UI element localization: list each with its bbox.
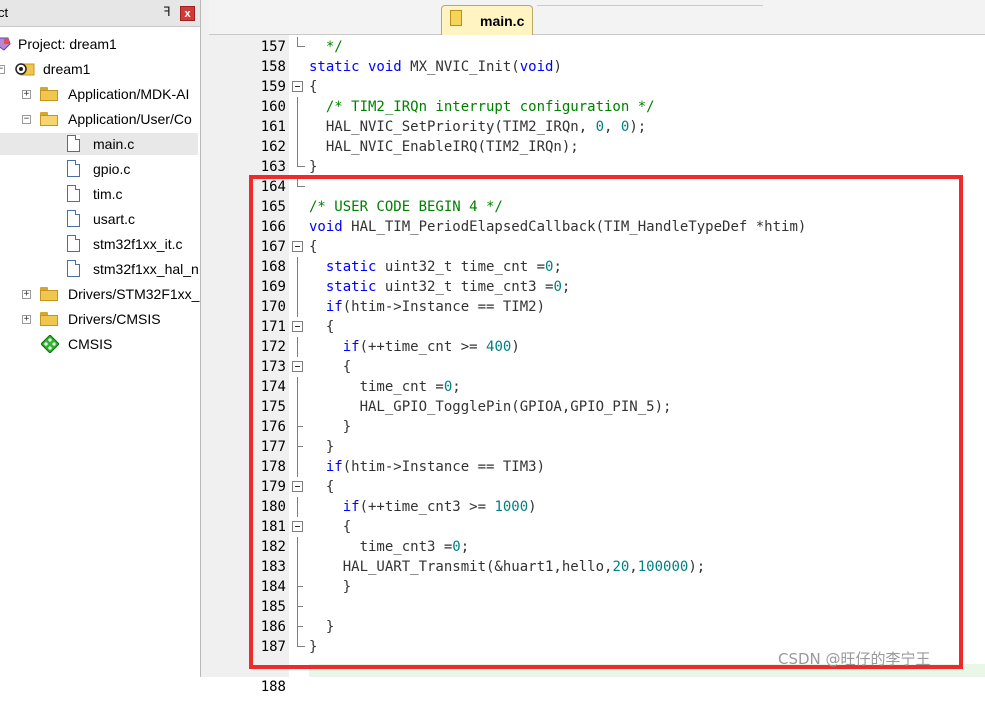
line-number: 158 — [260, 59, 286, 75]
project-panel-title: ct — [0, 5, 9, 20]
code-token: ); — [629, 119, 647, 135]
code-text: { — [309, 77, 317, 97]
folder-icon — [40, 312, 58, 326]
line-number: 162 — [260, 139, 286, 155]
file-icon — [67, 185, 80, 202]
tree-item-label: CMSIS — [68, 336, 113, 352]
code-token: } — [309, 159, 318, 175]
line-number: 188 — [260, 679, 286, 695]
tree-item-label: main.c — [93, 136, 135, 152]
tree-item-label: Project: dream1 — [18, 36, 117, 52]
code-token: { — [309, 79, 318, 95]
file-icon — [67, 260, 80, 277]
code-text: /* TIM2_IRQn interrupt configuration */ — [309, 97, 655, 117]
cmsis-diamond-icon — [40, 334, 60, 354]
code-token: static void — [309, 59, 402, 75]
tree-item-label: tim.c — [93, 186, 123, 202]
fold-collapse-icon[interactable] — [292, 81, 303, 92]
line-number: 163 — [260, 159, 286, 175]
fold-guide — [297, 137, 298, 157]
code-line: 158 static void MX_NVIC_Init(void) — [209, 57, 985, 77]
line-number: 161 — [260, 119, 286, 135]
tree-item-label: Drivers/CMSIS — [68, 311, 161, 327]
tree-item[interactable]: + Application/MDK-AI — [0, 83, 198, 105]
file-icon — [67, 135, 80, 152]
tab-label: main.c — [480, 13, 525, 29]
code-token: ) — [553, 59, 562, 75]
tree-item-label: usart.c — [93, 211, 136, 227]
expand-icon[interactable]: + — [22, 315, 31, 324]
tree-item[interactable]: stm32f1xx_hal_n — [0, 258, 199, 280]
project-panel: ct ꟻ x Project: dream1 − dream1 + Applicatio… — [0, 0, 201, 677]
tab-main-c[interactable]: main.c — [441, 5, 533, 35]
code-line: 161 HAL_NVIC_SetPriority(TIM2_IRQn, 0, 0… — [209, 117, 985, 137]
line-number: 160 — [260, 99, 286, 115]
tree-item-label: stm32f1xx_it.c — [93, 236, 183, 252]
collapse-icon[interactable]: − — [22, 115, 31, 124]
collapse-icon[interactable]: − — [0, 65, 5, 74]
target-icon — [15, 61, 35, 77]
project-icon — [0, 36, 12, 52]
file-icon — [67, 210, 80, 227]
tree-item[interactable]: − Application/User/Co — [0, 108, 198, 130]
code-token: MX_NVIC_Init( — [401, 59, 520, 75]
pin-icon[interactable]: ꟻ — [160, 4, 174, 20]
tree-item[interactable]: CMSIS — [0, 333, 198, 355]
fold-guide — [297, 97, 298, 117]
tree-item[interactable]: stm32f1xx_it.c — [0, 233, 198, 255]
code-token: HAL_NVIC_EnableIRQ(TIM2_IRQn); — [309, 139, 579, 155]
code-token: */ — [309, 39, 343, 55]
tree-item[interactable]: + Drivers/STM32F1xx_ — [0, 283, 200, 305]
fold-guide — [297, 157, 305, 167]
code-line: 160 /* TIM2_IRQn interrupt configuration… — [209, 97, 985, 117]
red-highlight-rectangle — [249, 175, 963, 669]
folder-open-icon — [40, 112, 58, 126]
tree-item-label: stm32f1xx_hal_n — [93, 261, 199, 277]
folder-icon — [40, 87, 58, 101]
code-line: 163} — [209, 157, 985, 177]
file-icon — [450, 10, 462, 26]
tree-item-label: Application/MDK-AI — [68, 86, 190, 102]
tree-item[interactable]: main.c — [0, 133, 198, 155]
tree-item[interactable]: − dream1 — [0, 58, 198, 80]
code-text: HAL_NVIC_SetPriority(TIM2_IRQn, 0, 0); — [309, 117, 646, 137]
code-text: } — [309, 157, 317, 177]
code-line: 159 { — [209, 77, 985, 97]
code-line: 157 */ — [209, 37, 985, 57]
file-icon — [67, 160, 80, 177]
editor-tab-strip: main.c — [209, 0, 985, 35]
code-token: void — [519, 59, 554, 75]
code-line: 162 HAL_NVIC_EnableIRQ(TIM2_IRQn); — [209, 137, 985, 157]
code-token: , — [604, 119, 621, 135]
watermark-text: CSDN @旺仔的李宁王 — [778, 650, 931, 668]
tree-item[interactable]: Project: dream1 — [0, 33, 198, 55]
fold-guide — [297, 117, 298, 137]
code-token: 0 — [595, 119, 605, 135]
tree-item-label: Drivers/STM32F1xx_ — [68, 286, 200, 302]
expand-icon[interactable]: + — [22, 290, 31, 299]
line-number: 157 — [260, 39, 286, 55]
close-icon[interactable]: x — [180, 6, 195, 21]
project-panel-header: ct ꟻ x — [0, 0, 200, 27]
fold-guide — [297, 37, 305, 47]
expand-icon[interactable]: + — [22, 90, 31, 99]
tab-strip-divider — [537, 3, 763, 6]
folder-icon — [40, 287, 58, 301]
file-icon — [67, 235, 80, 252]
code-text: static void MX_NVIC_Init(void) — [309, 57, 562, 77]
line-number: 159 — [260, 79, 286, 95]
code-text: HAL_NVIC_EnableIRQ(TIM2_IRQn); — [309, 137, 579, 157]
tree-item-label: Application/User/Co — [68, 111, 192, 127]
tree-item-label: gpio.c — [93, 161, 131, 177]
tree-item[interactable]: + Drivers/CMSIS — [0, 308, 198, 330]
code-text: */ — [309, 37, 343, 57]
tree-item-label: dream1 — [43, 61, 91, 77]
tree-item[interactable]: gpio.c — [0, 158, 198, 180]
tree-item[interactable]: usart.c — [0, 208, 198, 230]
tree-item[interactable]: tim.c — [0, 183, 198, 205]
code-token: HAL_NVIC_SetPriority(TIM2_IRQn, — [309, 119, 596, 135]
code-token: /* TIM2_IRQn interrupt configuration */ — [325, 99, 655, 115]
